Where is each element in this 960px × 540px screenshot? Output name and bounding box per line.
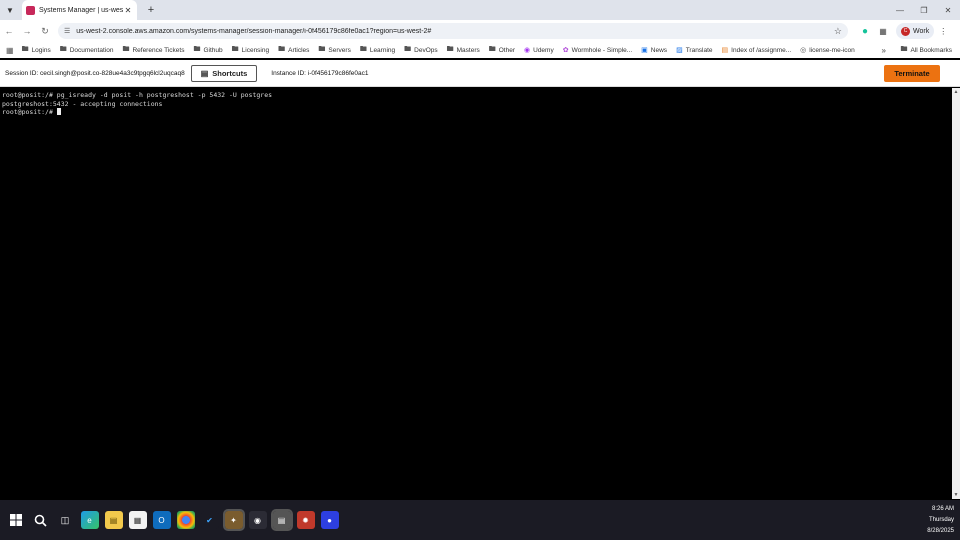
slack-icon[interactable]: ✦ bbox=[222, 509, 245, 531]
store-icon[interactable]: ▦ bbox=[128, 511, 147, 529]
bookmark-item[interactable]: ◎ license-me-icon bbox=[800, 46, 855, 55]
file-explorer-icon[interactable]: ▤ bbox=[104, 511, 123, 529]
bookmark-item[interactable]: ✿ Wormhole - Simple... bbox=[562, 46, 632, 55]
translate-icon: ▨ bbox=[676, 47, 683, 54]
extensions-puzzle-icon[interactable]: ▦ bbox=[874, 22, 892, 40]
bookmark-item[interactable]: 🖿 Masters bbox=[447, 45, 480, 56]
address-bar[interactable]: ☰ us-west-2.console.aws.amazon.com/syste… bbox=[58, 23, 848, 39]
folder-icon: 🖿 bbox=[122, 45, 130, 53]
session-id: Session ID: cecil.singh@posit.co-828ue4a… bbox=[5, 69, 185, 77]
terminate-button[interactable]: Terminate bbox=[884, 65, 940, 82]
new-tab-icon[interactable]: + bbox=[143, 2, 159, 18]
clock-day: Thursday bbox=[928, 517, 954, 523]
ubuntu-icon[interactable]: ✹ bbox=[296, 511, 315, 529]
minimize-icon[interactable]: — bbox=[888, 0, 912, 20]
folder-icon: 🖿 bbox=[59, 45, 67, 53]
extension-grammarly-icon[interactable]: ● bbox=[856, 22, 874, 40]
terminal-line: postgreshost:5432 - accepting connection… bbox=[2, 99, 163, 108]
windows-start-icon[interactable] bbox=[4, 508, 28, 532]
bookmarks-bar: ▦ 🖿 Logins 🖿 Documentation 🖿 Reference Tick… bbox=[0, 42, 960, 58]
bookmark-item[interactable]: ▨ Translate bbox=[676, 46, 712, 55]
bookmark-star-icon[interactable]: ☆ bbox=[834, 26, 842, 37]
tab-strip: ▼ Systems Manager | us-west-2 ✕ + — ❐ ✕ bbox=[0, 0, 960, 20]
bookmark-item[interactable]: 🖿 Licensing bbox=[232, 45, 269, 56]
globe-icon: ◎ bbox=[800, 47, 807, 54]
bookmark-item[interactable]: 🖿 Reference Tickets bbox=[122, 45, 184, 56]
restore-icon[interactable]: ❐ bbox=[912, 0, 936, 20]
terminal-cursor bbox=[56, 108, 61, 116]
chrome-profile-icon[interactable]: ◉ bbox=[248, 511, 267, 529]
terminal-scrollbar[interactable]: ▲ ▼ bbox=[952, 88, 960, 499]
forward-arrow-icon[interactable]: → bbox=[18, 22, 36, 40]
tab-search-icon[interactable]: ▼ bbox=[0, 0, 20, 20]
aws-favicon-icon bbox=[26, 5, 35, 15]
bookmark-item[interactable]: ▤ Index of /assignme... bbox=[721, 46, 792, 55]
udemy-icon: ◉ bbox=[524, 47, 531, 54]
folder-icon: 🖿 bbox=[359, 45, 367, 53]
terminal-prompt-line: root@posit:/# bbox=[2, 108, 950, 117]
kebab-menu-icon[interactable]: ⋮ bbox=[934, 22, 952, 40]
windows-taskbar: ◫ e ▤ ▦ O ✔ ✦ ◉ ▤ ✹ ● 8:26 AM Thursday 8… bbox=[0, 500, 960, 540]
profile-label: Work bbox=[913, 27, 930, 35]
keyboard-icon: ▤ bbox=[200, 68, 209, 78]
outlook-icon[interactable]: O bbox=[152, 511, 171, 529]
chevron-more-icon[interactable]: » bbox=[882, 46, 886, 55]
folder-icon: 🖿 bbox=[21, 45, 29, 53]
chrome-icon[interactable] bbox=[176, 511, 195, 529]
index-icon: ▤ bbox=[721, 47, 729, 54]
edge-icon[interactable]: e bbox=[80, 511, 99, 529]
url-text[interactable]: us-west-2.console.aws.amazon.com/systems… bbox=[76, 28, 834, 35]
notepad-icon[interactable]: ▤ bbox=[270, 509, 293, 531]
browser-toolbar: ← → ↻ ☰ us-west-2.console.aws.amazon.com… bbox=[0, 20, 960, 42]
clock-date: 8/28/2025 bbox=[927, 528, 954, 534]
bookmark-item[interactable]: 🖿 Servers bbox=[318, 45, 350, 56]
profile-button[interactable]: C Work bbox=[896, 23, 935, 39]
news-icon: ▣ bbox=[641, 47, 648, 54]
wormhole-icon: ✿ bbox=[562, 47, 569, 54]
folder-icon: 🖿 bbox=[900, 45, 908, 53]
folder-icon: 🖿 bbox=[446, 45, 454, 53]
zoom-icon[interactable]: ● bbox=[320, 511, 339, 529]
task-view-icon[interactable]: ◫ bbox=[53, 508, 77, 532]
folder-icon: 🖿 bbox=[193, 45, 201, 53]
bookmark-item[interactable]: 🖿 Github bbox=[193, 45, 222, 56]
folder-icon: 🖿 bbox=[404, 45, 412, 53]
search-icon[interactable] bbox=[29, 508, 53, 532]
window-controls: — ❐ ✕ bbox=[888, 0, 960, 20]
instance-id: Instance ID: i-0f456179c86fe0ac1 bbox=[271, 69, 369, 77]
bookmark-item[interactable]: 🖿 Articles bbox=[278, 45, 309, 56]
folder-icon: 🖿 bbox=[488, 45, 496, 53]
all-bookmarks-button[interactable]: 🖿 All Bookmarks bbox=[900, 45, 952, 56]
terminal-line: root@posit:/# pg_isready -d posit -h pos… bbox=[2, 91, 273, 99]
shortcuts-button[interactable]: ▤ Shortcuts bbox=[190, 64, 258, 82]
bookmark-item[interactable]: 🖿 Documentation bbox=[60, 45, 114, 56]
apps-grid-icon[interactable]: ▦ bbox=[6, 46, 14, 55]
folder-icon: 🖿 bbox=[318, 45, 326, 53]
site-info-icon[interactable]: ☰ bbox=[64, 27, 70, 35]
vscode-icon[interactable]: ✔ bbox=[200, 511, 219, 529]
bookmark-item[interactable]: ◉ Udemy bbox=[524, 46, 554, 55]
bookmark-item[interactable]: ▣ News bbox=[641, 46, 667, 55]
back-arrow-icon[interactable]: ← bbox=[0, 22, 18, 40]
session-header: Session ID: cecil.singh@posit.co-828ue4a… bbox=[0, 60, 960, 87]
bookmark-item[interactable]: 🖿 DevOps bbox=[404, 45, 437, 56]
reload-icon[interactable]: ↻ bbox=[36, 22, 54, 40]
scroll-down-icon[interactable]: ▼ bbox=[952, 491, 960, 499]
bookmark-item[interactable]: 🖿 Learning bbox=[360, 45, 395, 56]
folder-icon: 🖿 bbox=[231, 45, 239, 53]
tab-title: Systems Manager | us-west-2 bbox=[39, 6, 123, 14]
clock-time: 8:26 AM bbox=[931, 506, 954, 512]
tab-systems-manager[interactable]: Systems Manager | us-west-2 ✕ bbox=[22, 0, 137, 20]
bookmark-item[interactable]: 🖿 Logins bbox=[22, 45, 51, 56]
screen: ▼ Systems Manager | us-west-2 ✕ + — ❐ ✕ … bbox=[0, 0, 960, 540]
terminal-prompt: root@posit:/# bbox=[2, 108, 57, 117]
close-window-icon[interactable]: ✕ bbox=[936, 0, 960, 20]
scroll-up-icon[interactable]: ▲ bbox=[952, 88, 960, 96]
close-icon[interactable]: ✕ bbox=[123, 6, 133, 15]
system-clock[interactable]: 8:26 AM Thursday 8/28/2025 bbox=[927, 504, 954, 537]
folder-icon: 🖿 bbox=[278, 45, 286, 53]
bookmark-item[interactable]: 🖿 Other bbox=[489, 45, 515, 56]
terminal[interactable]: root@posit:/# pg_isready -d posit -h pos… bbox=[0, 88, 952, 499]
avatar: C bbox=[901, 26, 910, 36]
